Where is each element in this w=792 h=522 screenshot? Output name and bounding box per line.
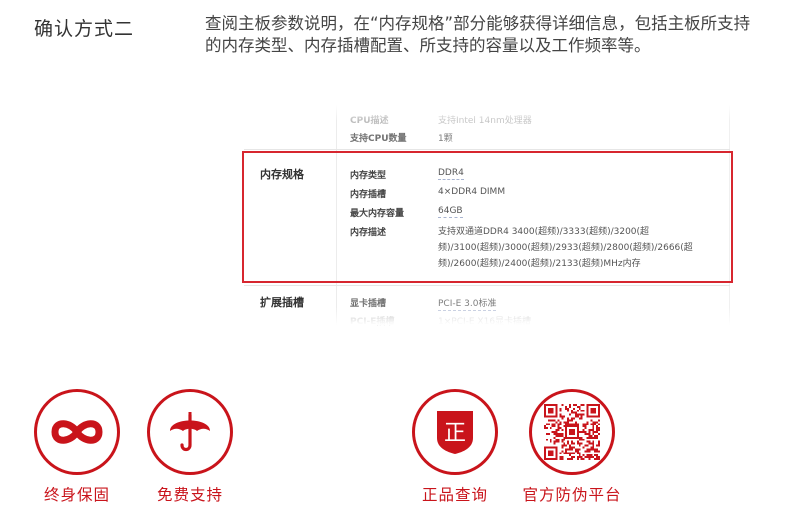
- service-authentic-check[interactable]: 正 正品查询: [405, 389, 505, 505]
- infinity-icon: [51, 420, 103, 444]
- row-divider: [244, 285, 730, 286]
- service-free-support[interactable]: 免费支持: [140, 389, 240, 505]
- service-anti-counterfeit[interactable]: 官方防伪平台: [516, 389, 628, 505]
- badge-text: 正: [444, 421, 466, 446]
- memory-spec-highlight-box: [242, 151, 733, 283]
- spec-value-cpu-count: 1颗: [438, 134, 453, 144]
- row-divider: [244, 149, 730, 150]
- qr-code-icon: [544, 404, 600, 460]
- fade-overlay-top: [244, 105, 734, 121]
- service-icon-ring: [147, 389, 233, 475]
- method-label: 确认方式二: [34, 18, 135, 40]
- umbrella-icon: [170, 412, 210, 452]
- service-label: 正品查询: [421, 486, 488, 504]
- method-description: 查阅主板参数说明，在“内存规格”部分能够获得详细信息，包括主板所支持的内存类型、…: [205, 14, 751, 55]
- spec-key-cpu-count: 支持CPU数量: [350, 134, 407, 144]
- fade-overlay-bottom: [244, 307, 734, 325]
- service-label: 免费支持: [156, 486, 223, 504]
- service-icon-ring: 正: [412, 389, 498, 475]
- service-icon-ring: [529, 389, 615, 475]
- authentic-badge-icon: 正: [437, 411, 473, 454]
- service-label: 终身保固: [43, 486, 110, 504]
- service-label: 官方防伪平台: [522, 486, 622, 504]
- service-lifetime-warranty[interactable]: 终身保固: [27, 389, 127, 505]
- service-icon-ring: [34, 389, 120, 475]
